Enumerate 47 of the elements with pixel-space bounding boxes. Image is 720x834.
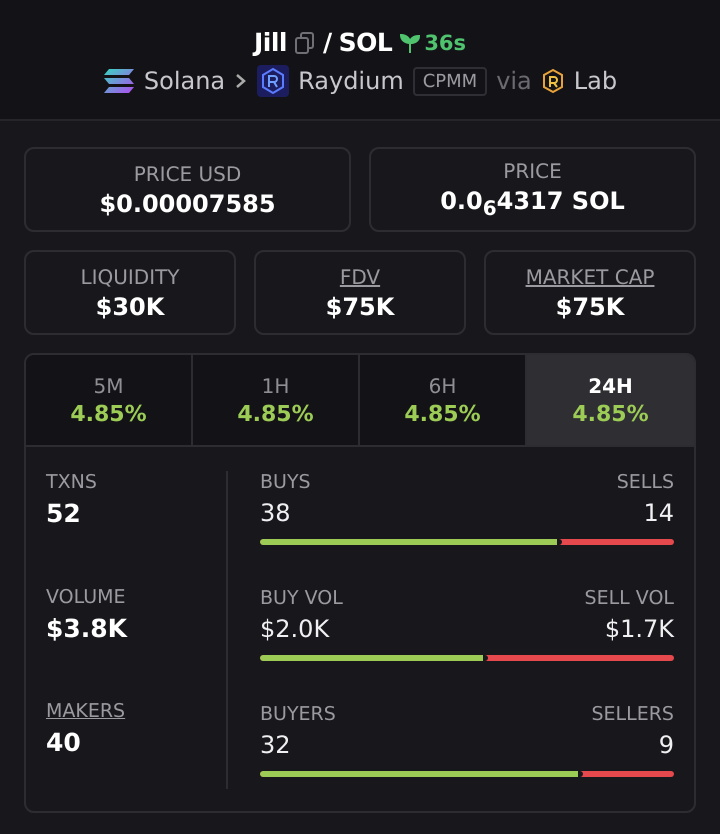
metric-label[interactable]: MAKERS bbox=[46, 700, 226, 722]
metric-value: 52 bbox=[46, 499, 82, 528]
quote-token: SOL bbox=[338, 28, 392, 57]
pair-age: 36s bbox=[424, 30, 466, 54]
buy-label: BUY VOL bbox=[260, 587, 343, 609]
buy-value: $2.0K bbox=[260, 615, 330, 643]
card-label: LIQUIDITY bbox=[80, 264, 180, 288]
launchpad-logo-icon bbox=[540, 68, 565, 94]
buy-value: 38 bbox=[260, 499, 291, 527]
copy-icon[interactable] bbox=[294, 30, 316, 54]
timeframe-tab[interactable]: 6H 4.85% bbox=[360, 355, 527, 445]
metric-label: TXNS bbox=[46, 471, 98, 493]
timeframe-tab[interactable]: 24H 4.85% bbox=[527, 355, 694, 445]
chain-name[interactable]: Solana bbox=[144, 67, 226, 95]
metric-label: VOLUME bbox=[46, 586, 127, 608]
metric-value: 40 bbox=[46, 728, 82, 758]
card-label[interactable]: MARKET CAP bbox=[526, 264, 654, 288]
card-label: PRICE bbox=[503, 159, 562, 184]
card-label[interactable]: FDV bbox=[340, 264, 380, 288]
metric-value: $3.8K bbox=[46, 614, 128, 643]
card-value: 0.0$_{6}$4317 SOL bbox=[440, 187, 625, 220]
card-value: $75K bbox=[556, 292, 624, 320]
card-value: $75K bbox=[326, 292, 394, 320]
card-label: PRICE USD bbox=[134, 162, 242, 186]
chevron-right-icon bbox=[234, 72, 248, 90]
sell-value: 9 bbox=[658, 731, 674, 759]
sprout-icon bbox=[399, 32, 422, 54]
sell-label: SELL VOL bbox=[584, 587, 674, 609]
dex-logo-icon bbox=[257, 65, 290, 97]
pair-separator: / bbox=[322, 28, 332, 57]
timeframe-tab[interactable]: 5M 4.85% bbox=[26, 355, 193, 445]
timeframe-tab[interactable]: 1H 4.85% bbox=[193, 355, 360, 445]
launchpad-name[interactable]: Lab bbox=[574, 67, 618, 95]
buy-label: BUYS bbox=[260, 471, 311, 493]
card-value: $30K bbox=[96, 292, 164, 320]
sell-value: 14 bbox=[643, 499, 674, 527]
pool-type-tag: CPMM bbox=[412, 66, 488, 96]
via-label: via bbox=[496, 67, 532, 95]
token-name: Jill bbox=[254, 28, 287, 57]
chain-logo-icon bbox=[102, 68, 135, 94]
buy-value: 32 bbox=[260, 731, 291, 759]
sell-label: SELLS bbox=[616, 471, 674, 493]
buy-label: BUYERS bbox=[260, 703, 336, 725]
sell-value: $1.7K bbox=[604, 615, 674, 643]
dex-name[interactable]: Raydium bbox=[298, 67, 404, 95]
card-value: $0.00007585 bbox=[99, 190, 276, 218]
sell-label: SELLERS bbox=[591, 703, 674, 725]
